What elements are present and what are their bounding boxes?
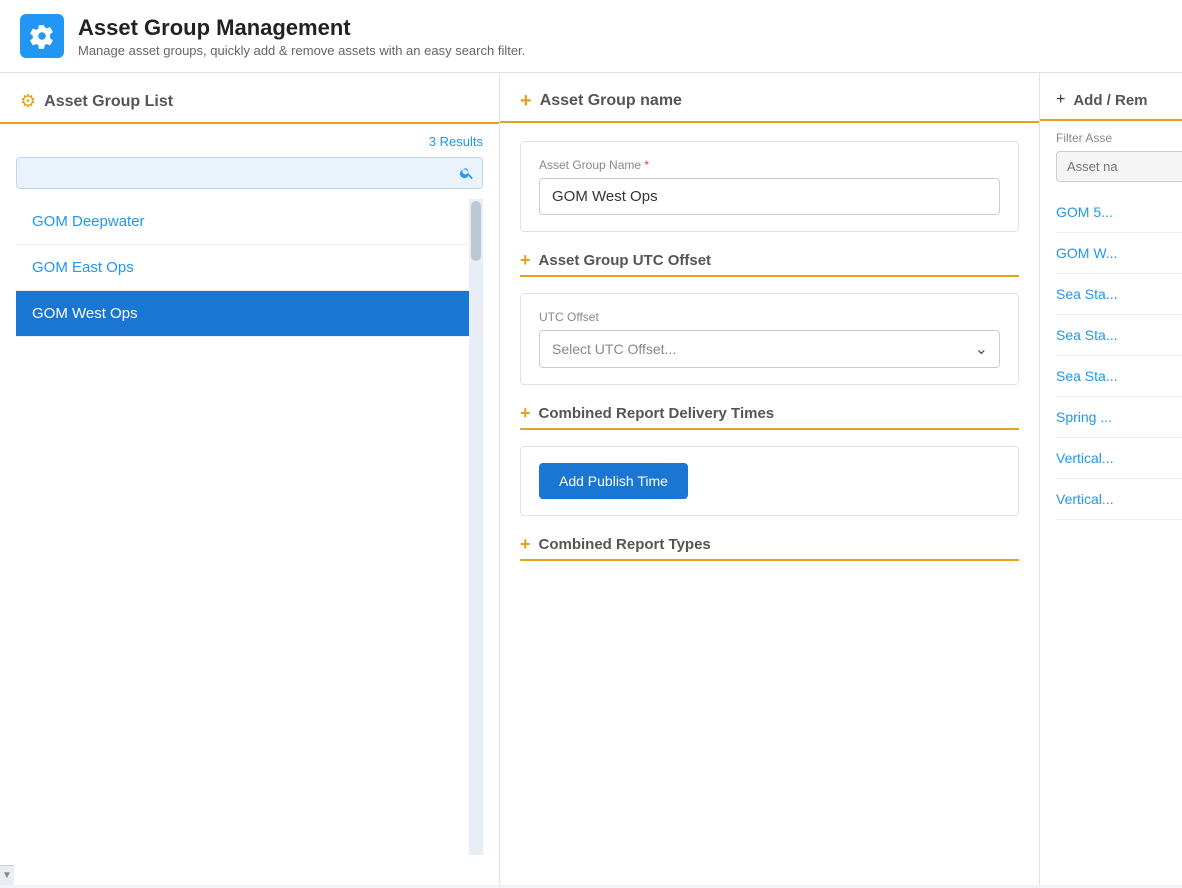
filter-area: Filter Asse [1040,121,1182,192]
search-icon [459,165,475,181]
app-header: Asset Group Management Manage asset grou… [0,0,1182,73]
filter-label: Filter Asse [1056,131,1182,145]
plus-icon: + [520,91,532,111]
combined-types-wrapper: + Combined Report Types [520,534,1019,577]
list-item[interactable]: Sea Sta... [1056,274,1182,315]
combined-types-title: Combined Report Types [539,536,711,553]
scroll-track [469,199,483,855]
combined-plus-icon: + [520,534,531,555]
search-input[interactable] [16,157,483,189]
delivery-section-wrapper: + Combined Report Delivery Times Add Pub… [520,403,1019,516]
header-text: Asset Group Management Manage asset grou… [78,15,525,58]
utc-section-title: Asset Group UTC Offset [539,252,712,269]
middle-panel: + Asset Group name Asset Group Name * + … [500,73,1040,885]
gear-icon [29,23,55,49]
delivery-sub-section: Add Publish Time [520,446,1019,516]
section-gear-icon: ⚙ [20,91,36,112]
app-icon [20,14,64,58]
list-item[interactable]: Vertical... [1056,479,1182,520]
left-panel-content: 3 Results GOM Deepwater GOM East Ops GOM… [0,124,499,865]
right-panel-header: + Add / Rem [1040,73,1182,121]
list-item[interactable]: GOM W... [1056,233,1182,274]
list-item[interactable]: GOM Deepwater [16,199,469,245]
utc-select[interactable]: Select UTC Offset... [539,330,1000,368]
add-publish-time-button[interactable]: Add Publish Time [539,463,688,499]
list-item[interactable]: GOM East Ops [16,245,469,291]
right-panel-title: Add / Rem [1073,92,1147,109]
search-button[interactable] [459,165,475,181]
right-panel: + Add / Rem Filter Asse GOM 5... GOM W..… [1040,73,1182,885]
left-panel: ⚙ Asset Group List 3 Results GOM Deepwat… [0,73,500,885]
utc-select-wrapper: Select UTC Offset... ⌄ [539,330,1000,368]
utc-plus-icon: + [520,250,531,271]
asset-group-name-label: Asset Group Name * [539,158,1000,172]
delivery-plus-icon: + [520,403,531,424]
asset-group-name-input[interactable] [539,178,1000,215]
list-item[interactable]: Sea Sta... [1056,356,1182,397]
asset-group-name-section: Asset Group Name * [520,141,1019,232]
combined-types-header: + Combined Report Types [520,534,1019,555]
list-item[interactable]: Sea Sta... [1056,315,1182,356]
utc-sub-section: UTC Offset Select UTC Offset... ⌄ [520,293,1019,385]
asset-list: GOM Deepwater GOM East Ops GOM West Ops [16,199,469,855]
delivery-section-title: Combined Report Delivery Times [539,405,775,422]
list-item-active[interactable]: GOM West Ops [16,291,469,337]
list-item[interactable]: GOM 5... [1056,192,1182,233]
asset-list-scroll-area: GOM Deepwater GOM East Ops GOM West Ops [16,199,483,855]
left-panel-title: Asset Group List [44,93,173,111]
delivery-section-header: + Combined Report Delivery Times [520,403,1019,424]
left-panel-header: ⚙ Asset Group List [0,73,499,124]
utc-section-header: + Asset Group UTC Offset [520,250,1019,271]
app-subtitle: Manage asset groups, quickly add & remov… [78,43,525,58]
right-asset-list: GOM 5... GOM W... Sea Sta... Sea Sta... … [1040,192,1182,520]
app-title: Asset Group Management [78,15,525,41]
right-plus-icon: + [1056,91,1065,109]
scroll-thumb[interactable] [471,201,481,261]
scroll-arrow-down[interactable]: ▼ [0,865,14,885]
middle-panel-header: + Asset Group name [500,73,1039,123]
list-item[interactable]: Vertical... [1056,438,1182,479]
filter-input[interactable] [1056,151,1182,182]
results-count: 3 Results [16,134,483,149]
utc-section-wrapper: + Asset Group UTC Offset UTC Offset Sele… [520,250,1019,385]
search-wrapper [16,157,483,189]
middle-panel-title: Asset Group name [540,92,682,110]
main-layout: ⚙ Asset Group List 3 Results GOM Deepwat… [0,73,1182,885]
utc-label: UTC Offset [539,310,1000,324]
list-item[interactable]: Spring ... [1056,397,1182,438]
